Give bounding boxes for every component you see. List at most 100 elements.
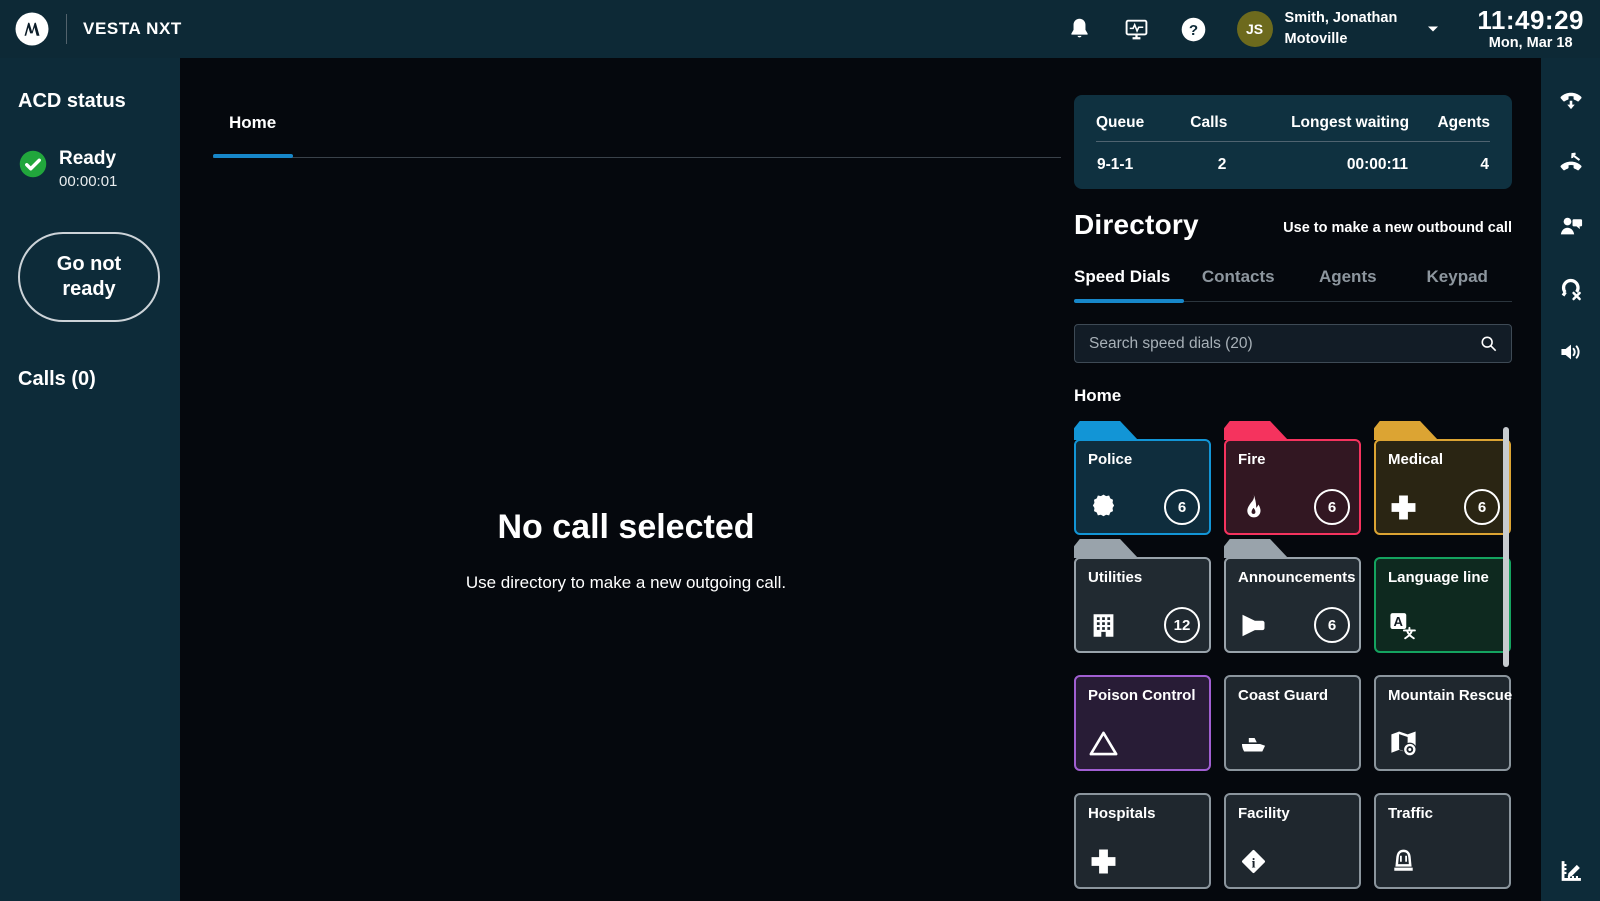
phone-hangup-arrow-icon[interactable] — [1557, 149, 1585, 177]
queue-col-longest: Longest waiting — [1227, 108, 1409, 142]
tab-contacts[interactable]: Contacts — [1184, 257, 1294, 301]
queue-calls: 2 — [1170, 142, 1227, 176]
folder-medical[interactable]: Medical 6 — [1374, 439, 1511, 535]
acd-status-timer: 00:00:01 — [59, 173, 117, 190]
directory-title: Directory — [1074, 209, 1199, 241]
directory-scrollbar[interactable] — [1503, 427, 1509, 667]
tile-label: Mountain Rescue — [1388, 687, 1497, 704]
help-icon[interactable]: ? — [1180, 16, 1207, 43]
queue-name: 9-1-1 — [1096, 142, 1170, 176]
queue-col-agents: Agents — [1409, 108, 1490, 142]
tab-home[interactable]: Home — [229, 113, 276, 133]
tile-label: Language line — [1388, 569, 1497, 586]
translate-icon: A — [1387, 609, 1420, 642]
chevron-down-icon[interactable] — [1423, 19, 1443, 39]
tile-count-badge: 6 — [1314, 489, 1350, 525]
acd-status-title: ACD status — [18, 90, 162, 113]
svg-text:A: A — [1394, 614, 1404, 629]
megaphone-icon — [1237, 609, 1270, 642]
svg-text:?: ? — [1188, 21, 1197, 38]
user-location: Motoville — [1285, 31, 1348, 47]
tile-label: Police — [1088, 451, 1197, 468]
search-input[interactable] — [1087, 334, 1478, 354]
tile-count-badge: 6 — [1164, 489, 1200, 525]
folder-tab — [1074, 421, 1138, 440]
tile-label: Utilities — [1088, 569, 1197, 586]
beacon-icon — [1387, 845, 1420, 878]
calls-section-title: Calls (0) — [18, 368, 162, 391]
empty-call-state: No call selected Use directory to make a… — [180, 508, 1072, 593]
tile-label: Traffic — [1388, 805, 1497, 822]
tab-agents[interactable]: Agents — [1293, 257, 1403, 301]
speed-dial-hospitals[interactable]: Hospitals — [1074, 793, 1211, 889]
tile-label: Announcements — [1238, 569, 1347, 586]
directory-panel: Queue Calls Longest waiting Agents 9-1-1… — [1074, 95, 1512, 889]
search-icon[interactable] — [1478, 333, 1499, 354]
folder-utilities[interactable]: Utilities 12 — [1074, 557, 1211, 653]
tile-count-badge: 12 — [1164, 607, 1200, 643]
clock-time: 11:49:29 — [1477, 6, 1584, 35]
svg-text:i: i — [1252, 855, 1256, 870]
main-area: Home No call selected Use directory to m… — [180, 58, 1541, 901]
ruler-pencil-icon[interactable] — [1557, 857, 1585, 885]
directory-tabs: Speed Dials Contacts Agents Keypad — [1074, 257, 1512, 302]
speed-dial-search[interactable] — [1074, 324, 1512, 363]
folder-police[interactable]: Police 6 — [1074, 439, 1211, 535]
system-monitor-icon[interactable] — [1123, 16, 1150, 43]
folder-tab — [1074, 539, 1138, 558]
info-diamond-icon: i — [1237, 845, 1270, 878]
go-not-ready-button[interactable]: Go not ready — [18, 232, 160, 322]
tab-underline-active — [213, 154, 293, 158]
folder-announcements[interactable]: Announcements 6 — [1224, 557, 1361, 653]
volume-icon[interactable] — [1557, 338, 1585, 366]
building-icon — [1087, 609, 1120, 642]
tile-label: Medical — [1388, 451, 1497, 468]
speed-dial-poison-control[interactable]: Poison Control — [1074, 675, 1211, 771]
folder-tab — [1224, 421, 1288, 440]
agent-chat-icon[interactable] — [1557, 212, 1585, 240]
top-bar: VESTA NXT ? JS Smith, Jonathan Motoville… — [0, 0, 1600, 58]
avatar: JS — [1237, 11, 1273, 47]
motorola-logo-icon — [14, 11, 50, 47]
user-menu[interactable]: JS Smith, Jonathan Motoville — [1237, 8, 1444, 50]
notifications-bell-icon[interactable] — [1066, 16, 1093, 43]
call-control-rail — [1541, 58, 1600, 901]
phone-pickup-icon[interactable] — [1557, 86, 1585, 114]
acd-sidebar: ACD status Ready 00:00:01 Go not ready C… — [0, 58, 180, 901]
queue-summary-card: Queue Calls Longest waiting Agents 9-1-1… — [1074, 95, 1512, 189]
folder-tab — [1224, 539, 1288, 558]
clock-date: Mon, Mar 18 — [1477, 36, 1584, 52]
speed-dial-language-line[interactable]: Language line A — [1374, 557, 1511, 653]
boat-icon — [1237, 727, 1270, 760]
speed-dial-coast-guard[interactable]: Coast Guard — [1224, 675, 1361, 771]
app-title: VESTA NXT — [83, 19, 182, 39]
ready-check-icon — [18, 149, 48, 179]
tab-speed-dials[interactable]: Speed Dials — [1074, 257, 1184, 301]
queue-col-calls: Calls — [1170, 108, 1227, 142]
folder-fire[interactable]: Fire 6 — [1224, 439, 1361, 535]
tile-label: Fire — [1238, 451, 1347, 468]
tab-underline-track — [213, 157, 1061, 158]
speed-dial-facility[interactable]: Facility i — [1224, 793, 1361, 889]
tab-keypad[interactable]: Keypad — [1403, 257, 1513, 301]
queue-longest-waiting: 00:00:11 — [1227, 142, 1409, 176]
map-location-icon — [1387, 727, 1420, 760]
queue-table: Queue Calls Longest waiting Agents 9-1-1… — [1096, 108, 1490, 175]
clock: 11:49:29 Mon, Mar 18 — [1477, 6, 1584, 53]
tile-label: Facility — [1238, 805, 1347, 822]
tile-label: Poison Control — [1088, 687, 1197, 704]
queue-agents: 4 — [1409, 142, 1490, 176]
warning-triangle-icon — [1087, 727, 1120, 760]
speed-dial-grid: Police 6 Fire 6 Medical 6 Utilities 12 — [1074, 439, 1512, 889]
folder-tab — [1374, 421, 1438, 440]
tile-label: Coast Guard — [1238, 687, 1347, 704]
directory-hint: Use to make a new outbound call — [1283, 220, 1512, 241]
police-badge-icon — [1087, 491, 1120, 524]
speed-dial-mountain-rescue[interactable]: Mountain Rescue — [1374, 675, 1511, 771]
queue-cancel-icon[interactable] — [1557, 275, 1585, 303]
queue-row-911[interactable]: 9-1-1 2 00:00:11 4 — [1096, 142, 1490, 176]
acd-status-label: Ready — [59, 149, 117, 170]
tile-label: Hospitals — [1088, 805, 1197, 822]
speed-dial-traffic[interactable]: Traffic — [1374, 793, 1511, 889]
acd-status-row: Ready 00:00:01 — [18, 149, 162, 190]
